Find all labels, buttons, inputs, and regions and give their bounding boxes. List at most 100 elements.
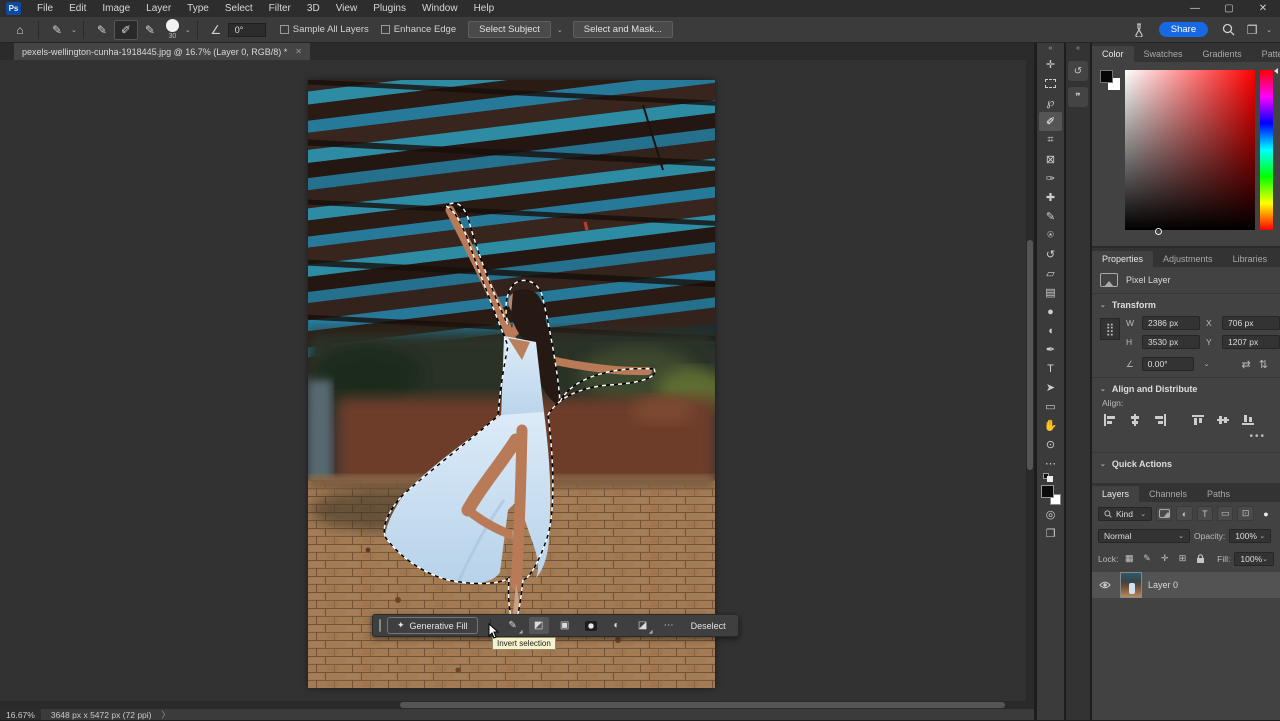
align-right-icon[interactable]	[1152, 413, 1168, 427]
filter-pixel-layers-icon[interactable]	[1156, 506, 1172, 521]
close-button[interactable]: ✕	[1246, 0, 1280, 17]
filter-type-layers-icon[interactable]: T	[1197, 506, 1213, 521]
tab-layers[interactable]: Layers	[1092, 486, 1139, 502]
align-horizontal-center-icon[interactable]	[1127, 413, 1143, 427]
transform-section-header[interactable]: ⌄ Transform	[1092, 294, 1280, 314]
menu-file[interactable]: File	[29, 1, 61, 16]
align-top-icon[interactable]	[1190, 413, 1206, 427]
align-section-header[interactable]: ⌄ Align and Distribute	[1092, 378, 1280, 398]
transform-selection-icon[interactable]: ▣	[555, 617, 575, 634]
menu-edit[interactable]: Edit	[61, 1, 94, 16]
menu-layer[interactable]: Layer	[138, 1, 179, 16]
select-subject-button[interactable]: Select Subject	[468, 21, 551, 38]
path-selection-tool[interactable]: ➤	[1039, 378, 1062, 397]
color-marker[interactable]	[1155, 228, 1162, 235]
type-tool[interactable]: T	[1039, 359, 1062, 378]
fill-input[interactable]: 100% ⌄	[1234, 552, 1274, 566]
blend-mode-select[interactable]: Normal ⌄	[1098, 529, 1190, 543]
menu-plugins[interactable]: Plugins	[365, 1, 414, 16]
align-left-icon[interactable]	[1102, 413, 1118, 427]
tab-properties[interactable]: Properties	[1092, 251, 1153, 267]
add-mask-icon[interactable]	[581, 617, 601, 634]
deselect-button[interactable]: Deselect	[685, 621, 732, 631]
beta-flask-icon[interactable]	[1127, 20, 1151, 40]
hand-tool[interactable]: ✋	[1039, 416, 1062, 435]
tab-adjustments[interactable]: Adjustments	[1153, 251, 1223, 267]
document-image[interactable]	[308, 80, 715, 688]
rectangle-tool[interactable]: ▭	[1039, 397, 1062, 416]
brush-size-picker[interactable]: 30	[166, 19, 179, 40]
horizontal-scrollbar[interactable]	[0, 701, 1034, 709]
frame-tool[interactable]: ⊠	[1039, 150, 1062, 169]
crop-tool[interactable]: ⌗	[1039, 131, 1062, 150]
angle-input[interactable]: 0°	[228, 23, 266, 37]
hue-slider[interactable]	[1260, 70, 1273, 230]
selection-brush-icon[interactable]: ✎◢	[503, 617, 523, 634]
flip-vertical-icon[interactable]: ⇅	[1259, 358, 1268, 371]
taskbar-drag-handle[interactable]	[379, 619, 381, 632]
healing-brush-tool[interactable]: ✚	[1039, 188, 1062, 207]
restore-button[interactable]: ▢	[1212, 0, 1246, 17]
layer-visibility-toggle[interactable]	[1096, 581, 1114, 589]
brush-size-chevron-icon[interactable]: ⌄	[185, 26, 191, 34]
default-colors-icon[interactable]	[1041, 473, 1061, 483]
horizontal-scrollbar-thumb[interactable]	[400, 702, 1005, 708]
history-brush-tool[interactable]: ↺	[1039, 245, 1062, 264]
history-panel-icon[interactable]: ↺	[1068, 61, 1088, 81]
tab-close-icon[interactable]: ✕	[295, 47, 302, 56]
flip-horizontal-icon[interactable]: ⇄	[1242, 358, 1251, 371]
lasso-tool[interactable]: ℘	[1039, 93, 1062, 112]
menu-window[interactable]: Window	[414, 1, 466, 16]
menu-filter[interactable]: Filter	[261, 1, 299, 16]
gradient-tool[interactable]: ▤	[1039, 283, 1062, 302]
align-more-icon[interactable]: •••	[1092, 431, 1280, 446]
lock-image-pixels-icon[interactable]: ✎	[1140, 551, 1154, 566]
toolbar-collapse-icon[interactable]: «	[1049, 45, 1053, 55]
search-icon[interactable]	[1216, 20, 1240, 40]
dodge-tool[interactable]: ◖	[1039, 321, 1062, 340]
filter-shape-layers-icon[interactable]: ▭	[1217, 506, 1233, 521]
rotation-input[interactable]: 0.00°	[1142, 357, 1194, 371]
tab-patterns[interactable]: Patterns	[1252, 46, 1280, 62]
move-tool[interactable]: ✛	[1039, 55, 1062, 74]
sample-all-layers-checkbox[interactable]: Sample All Layers	[280, 24, 369, 35]
foreground-color-swatch[interactable]	[1100, 70, 1113, 83]
panels-collapse-icon[interactable]: «	[1076, 45, 1080, 55]
lock-position-icon[interactable]: ✛	[1158, 551, 1172, 566]
vertical-scrollbar[interactable]	[1026, 60, 1034, 701]
canvas-area[interactable]	[0, 60, 1034, 701]
tab-paths[interactable]: Paths	[1197, 486, 1240, 502]
eraser-tool[interactable]: ▱	[1039, 264, 1062, 283]
layer-row[interactable]: Layer 0	[1092, 572, 1280, 598]
add-selection-mode-icon[interactable]: ✐	[114, 20, 138, 40]
menu-image[interactable]: Image	[94, 1, 138, 16]
menu-3d[interactable]: 3D	[299, 1, 328, 16]
tool-preset-chevron-icon[interactable]: ⌄	[71, 26, 77, 34]
hue-marker[interactable]	[1274, 68, 1278, 74]
document-tab[interactable]: pexels-wellington-cunha-1918445.jpg @ 16…	[14, 43, 310, 60]
y-input[interactable]: 1207 px	[1222, 335, 1280, 349]
eyedropper-tool[interactable]: ✑	[1039, 169, 1062, 188]
subtract-selection-mode-icon[interactable]: ✎	[138, 20, 162, 40]
lock-transparent-pixels-icon[interactable]: ▦	[1122, 551, 1136, 566]
generative-fill-button[interactable]: ✦ Generative Fill	[387, 617, 478, 634]
opacity-input[interactable]: 100% ⌄	[1229, 529, 1271, 543]
tab-color[interactable]: Color	[1092, 46, 1134, 62]
menu-type[interactable]: Type	[179, 1, 217, 16]
reference-point-icon[interactable]: ⣿	[1100, 318, 1120, 340]
x-input[interactable]: 706 px	[1222, 316, 1280, 330]
new-selection-mode-icon[interactable]: ✎	[90, 20, 114, 40]
vertical-scrollbar-thumb[interactable]	[1027, 240, 1033, 470]
foreground-background-swatches[interactable]	[1041, 485, 1061, 505]
workspace-chevron-icon[interactable]: ⌄	[1266, 26, 1272, 34]
lock-all-icon[interactable]	[1193, 551, 1207, 566]
tab-channels[interactable]: Channels	[1139, 486, 1197, 502]
align-vertical-center-icon[interactable]	[1215, 413, 1231, 427]
tab-swatches[interactable]: Swatches	[1134, 46, 1193, 62]
edit-toolbar-icon[interactable]: ⋯	[1039, 454, 1062, 473]
selection-brush-tool[interactable]: ✐	[1039, 112, 1062, 131]
clone-stamp-tool[interactable]: ⍟	[1039, 226, 1062, 245]
foreground-color-swatch[interactable]	[1041, 485, 1054, 498]
color-panel-swatches[interactable]	[1100, 70, 1120, 90]
zoom-level-field[interactable]: 16.67%	[0, 709, 41, 720]
